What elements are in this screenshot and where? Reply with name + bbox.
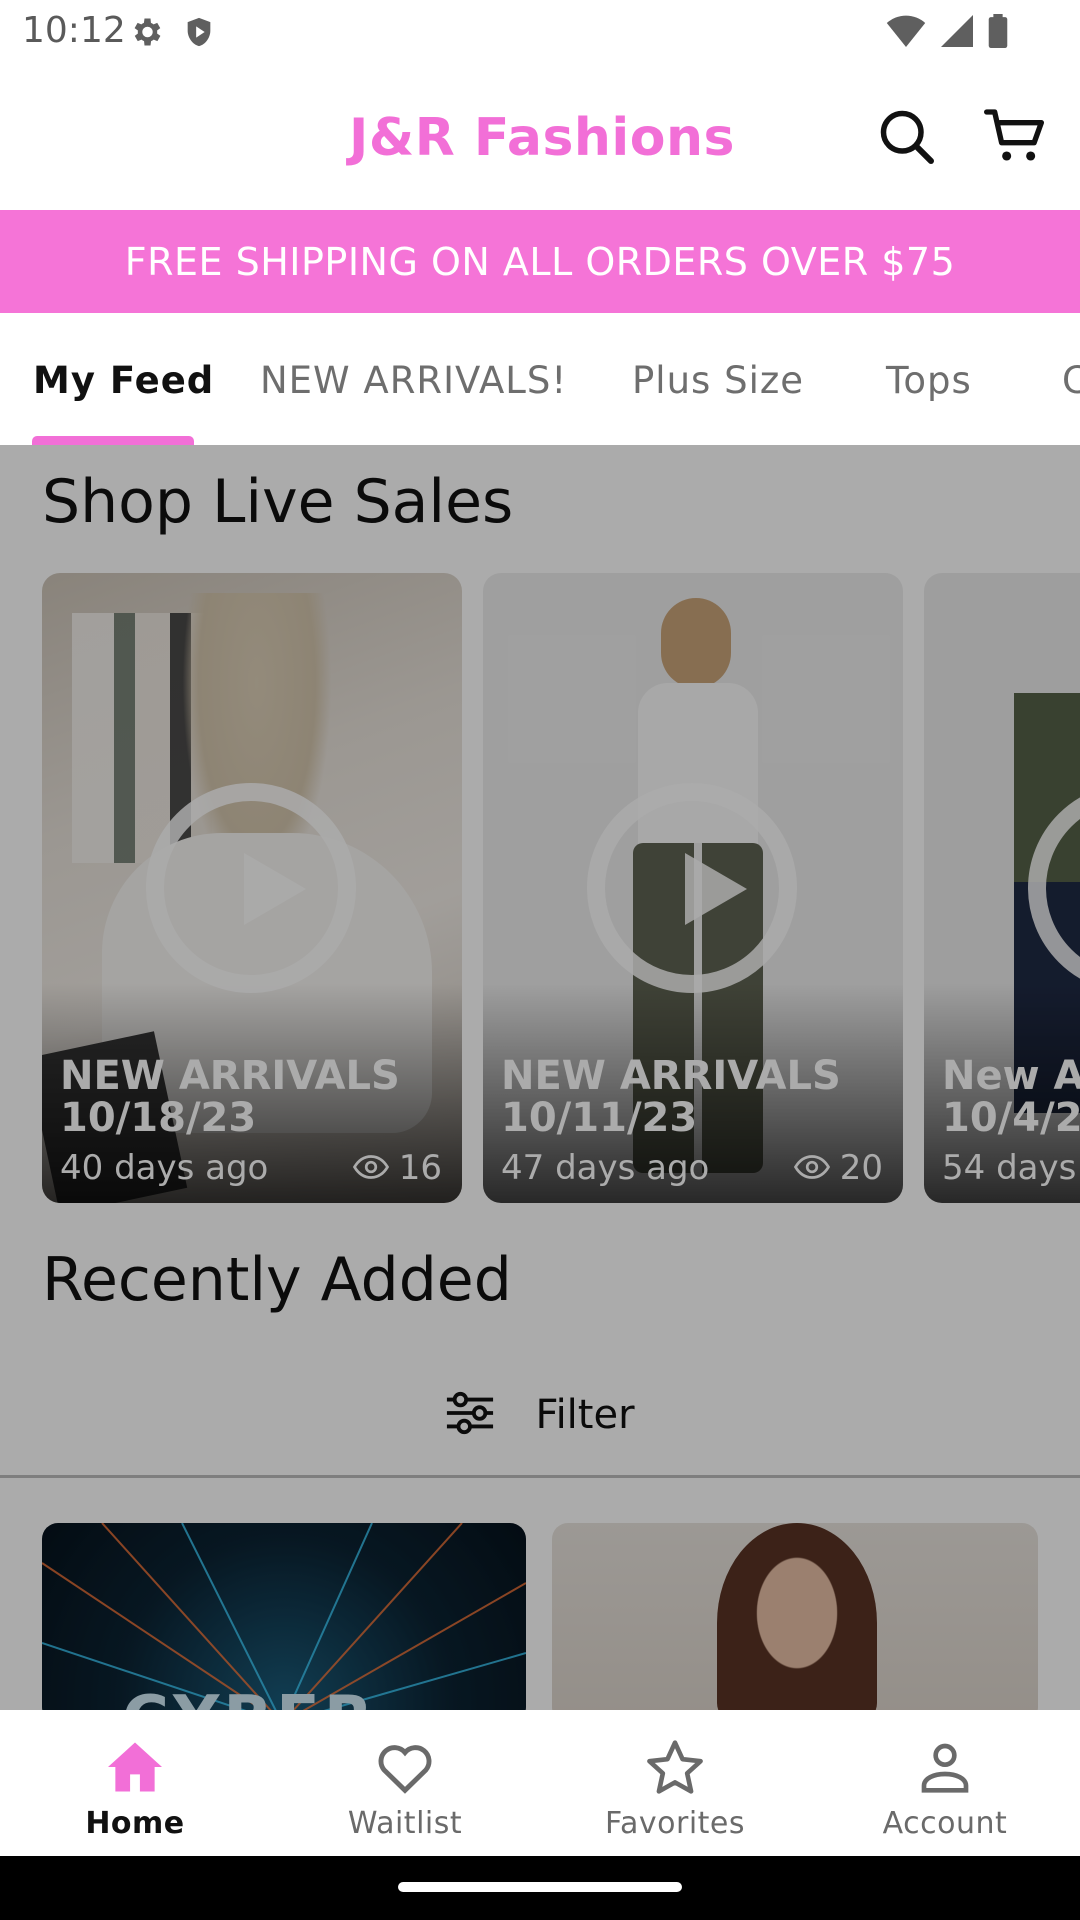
filter-label: Filter <box>535 1392 635 1438</box>
sliders-icon <box>445 1391 495 1440</box>
tab-partial[interactable]: C <box>1062 359 1080 402</box>
bottom-navigation: Home Waitlist Favorites Account <box>0 1710 1080 1856</box>
card-title-line2: 10/18/23 <box>60 1095 257 1141</box>
card-title-line1: New Ar <box>942 1053 1080 1099</box>
nav-favorites[interactable]: Favorites <box>540 1710 810 1856</box>
nav-account[interactable]: Account <box>810 1710 1080 1856</box>
wifi-icon <box>886 15 926 52</box>
tab-indicator <box>32 436 194 445</box>
card-views: 16 <box>398 1148 442 1188</box>
card-views: 20 <box>839 1148 883 1188</box>
filter-button[interactable]: Filter <box>0 1365 1080 1465</box>
promo-banner[interactable]: FREE SHIPPING ON ALL ORDERS OVER $75 <box>0 210 1080 313</box>
eye-icon <box>352 1148 389 1188</box>
card-title-line1: NEW ARRIVALS <box>60 1053 400 1099</box>
cart-icon <box>984 109 1048 172</box>
live-sale-card[interactable]: New Ar10/4/23 54 days <box>924 573 1080 1203</box>
tab-my-feed[interactable]: My Feed <box>33 359 214 402</box>
product-image <box>42 1523 526 1710</box>
person-icon <box>917 1740 973 1799</box>
signal-icon <box>940 15 974 52</box>
gear-icon <box>128 14 164 55</box>
tab-new-arrivals[interactable]: NEW ARRIVALS! <box>260 359 567 402</box>
eye-icon <box>793 1148 830 1188</box>
nav-label: Home <box>85 1806 185 1841</box>
search-button[interactable] <box>876 106 936 166</box>
product-card[interactable] <box>552 1523 1038 1710</box>
card-title-line2: 10/4/23 <box>942 1095 1080 1141</box>
tab-plus-size[interactable]: Plus Size <box>632 359 804 402</box>
live-sales-title: Shop Live Sales <box>42 467 514 537</box>
play-icon <box>587 783 797 993</box>
card-age: 54 days <box>942 1148 1077 1188</box>
home-icon <box>105 1740 165 1799</box>
recently-added-title: Recently Added <box>42 1245 512 1315</box>
tab-tops[interactable]: Tops <box>886 359 972 402</box>
cart-button[interactable] <box>984 104 1048 168</box>
nav-label: Favorites <box>604 1806 745 1841</box>
product-partial-text: CYBER <box>122 1683 377 1710</box>
status-bar: 10:12 <box>0 0 1080 64</box>
live-sale-card[interactable]: NEW ARRIVALS 10/11/23 47 days ago 20 <box>483 573 903 1203</box>
product-image <box>717 1523 877 1710</box>
system-navigation-bar <box>0 1856 1080 1920</box>
battery-icon <box>988 14 1008 53</box>
card-title-line2: 10/11/23 <box>501 1095 698 1141</box>
card-age: 47 days ago <box>501 1148 710 1188</box>
home-gesture-handle[interactable] <box>398 1882 682 1892</box>
search-icon <box>876 110 936 170</box>
play-icon <box>146 783 356 993</box>
nav-home[interactable]: Home <box>0 1710 270 1856</box>
heart-icon <box>375 1740 435 1799</box>
category-tabs: My Feed NEW ARRIVALS! Plus Size Tops C <box>0 313 1080 445</box>
card-age: 40 days ago <box>60 1148 269 1188</box>
nav-label: Waitlist <box>347 1806 463 1841</box>
shield-icon <box>182 14 216 55</box>
card-title-line1: NEW ARRIVALS <box>501 1053 841 1099</box>
nav-waitlist[interactable]: Waitlist <box>270 1710 540 1856</box>
live-sale-card[interactable]: NEW ARRIVALS 10/18/23 40 days ago 16 <box>42 573 462 1203</box>
app-bar: J&R Fashions <box>0 64 1080 210</box>
star-icon <box>645 1739 705 1800</box>
feed-content: Shop Live Sales NEW ARRIVALS 10/18/23 40 … <box>0 445 1080 1710</box>
product-card[interactable]: CYBER <box>42 1523 526 1710</box>
promo-text: FREE SHIPPING ON ALL ORDERS OVER $75 <box>124 239 956 284</box>
divider <box>0 1475 1080 1478</box>
status-time: 10:12 <box>22 10 126 51</box>
nav-label: Account <box>882 1806 1008 1841</box>
